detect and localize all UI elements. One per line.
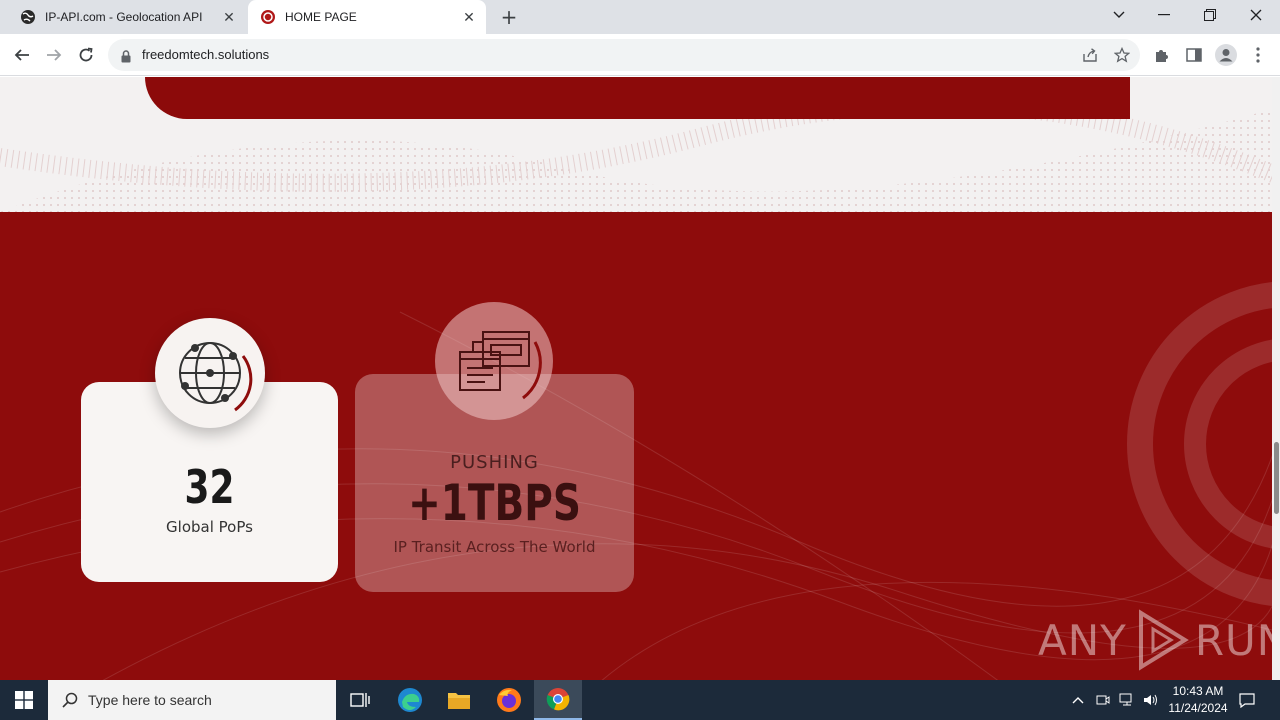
play-logo-icon bbox=[1138, 609, 1189, 671]
scrollbar-thumb[interactable] bbox=[1274, 442, 1279, 514]
stat-transit-caption: IP Transit Across The World bbox=[393, 538, 596, 556]
profile-avatar-icon[interactable] bbox=[1214, 43, 1238, 67]
top-red-banner bbox=[145, 77, 1130, 119]
tray-chevron-up-icon[interactable] bbox=[1068, 680, 1088, 720]
close-window-icon[interactable] bbox=[1233, 0, 1279, 30]
file-explorer-icon[interactable] bbox=[435, 680, 483, 720]
chrome-icon[interactable] bbox=[534, 680, 582, 720]
taskbar-search-box[interactable]: Type here to search bbox=[48, 680, 336, 720]
lock-icon[interactable] bbox=[121, 48, 131, 67]
address-bar[interactable]: freedomtech.solutions bbox=[108, 39, 1140, 71]
browser-windows-icon bbox=[435, 302, 553, 420]
side-panel-icon[interactable] bbox=[1182, 43, 1206, 67]
anyrun-watermark: ANY RUN bbox=[1038, 609, 1280, 671]
system-clock[interactable]: 10:43 AM 11/24/2024 bbox=[1160, 683, 1236, 717]
volume-icon[interactable] bbox=[1140, 680, 1162, 720]
tab-strip: IP-API.com - Geolocation API ✕ HOME PAGE… bbox=[0, 0, 1280, 34]
menu-kebab-icon[interactable] bbox=[1246, 43, 1270, 67]
stat-transit-pre: PUSHING bbox=[450, 452, 539, 473]
close-tab-icon[interactable]: ✕ bbox=[458, 6, 480, 28]
search-placeholder: Type here to search bbox=[88, 692, 212, 708]
back-arrow-icon[interactable] bbox=[8, 41, 36, 69]
edge-browser-icon[interactable] bbox=[386, 680, 434, 720]
windows-taskbar: Type here to search 10:43 AM 11/24/2024 bbox=[0, 680, 1280, 720]
tab-home-page[interactable]: HOME PAGE ✕ bbox=[248, 0, 486, 34]
new-tab-button[interactable]: + bbox=[497, 5, 521, 29]
tab-title: HOME PAGE bbox=[285, 10, 357, 24]
reload-icon[interactable] bbox=[72, 41, 100, 69]
search-icon bbox=[62, 692, 78, 708]
red-circle-icon bbox=[260, 9, 276, 25]
tab-search-chevron-icon[interactable] bbox=[1096, 0, 1142, 30]
globe-map-icon bbox=[20, 9, 36, 25]
page-viewport: 32 Global PoPs PUSHING +1TBPS IP Transit… bbox=[0, 77, 1280, 680]
stat-pops-number: 32 bbox=[184, 460, 235, 514]
clock-date: 11/24/2024 bbox=[1168, 701, 1228, 715]
globe-network-icon bbox=[155, 318, 265, 428]
close-tab-icon[interactable]: ✕ bbox=[218, 6, 240, 28]
windows-start-icon[interactable] bbox=[0, 680, 48, 720]
firefox-icon[interactable] bbox=[485, 680, 533, 720]
watermark-right: RUN bbox=[1194, 615, 1280, 665]
tab-ip-api[interactable]: IP-API.com - Geolocation API ✕ bbox=[8, 0, 246, 34]
network-icon[interactable] bbox=[1116, 680, 1138, 720]
extensions-puzzle-icon[interactable] bbox=[1150, 43, 1174, 67]
stat-transit-number: +1TBPS bbox=[408, 474, 581, 532]
notification-center-icon[interactable] bbox=[1236, 680, 1258, 720]
task-view-icon[interactable] bbox=[336, 680, 384, 720]
restore-icon[interactable] bbox=[1187, 0, 1233, 30]
bookmark-star-icon[interactable] bbox=[1113, 46, 1131, 64]
stat-pops-caption: Global PoPs bbox=[166, 518, 253, 536]
share-icon[interactable] bbox=[1081, 46, 1099, 64]
page-scrollbar[interactable] bbox=[1272, 77, 1280, 680]
tab-title: IP-API.com - Geolocation API bbox=[45, 10, 203, 24]
watermark-left: ANY bbox=[1038, 615, 1127, 665]
minimize-icon[interactable] bbox=[1141, 0, 1187, 30]
forward-arrow-icon[interactable] bbox=[40, 41, 68, 69]
clock-time: 10:43 AM bbox=[1172, 684, 1224, 698]
browser-toolbar: freedomtech.solutions bbox=[0, 34, 1280, 76]
url-text: freedomtech.solutions bbox=[142, 47, 270, 62]
meet-now-icon[interactable] bbox=[1093, 680, 1113, 720]
